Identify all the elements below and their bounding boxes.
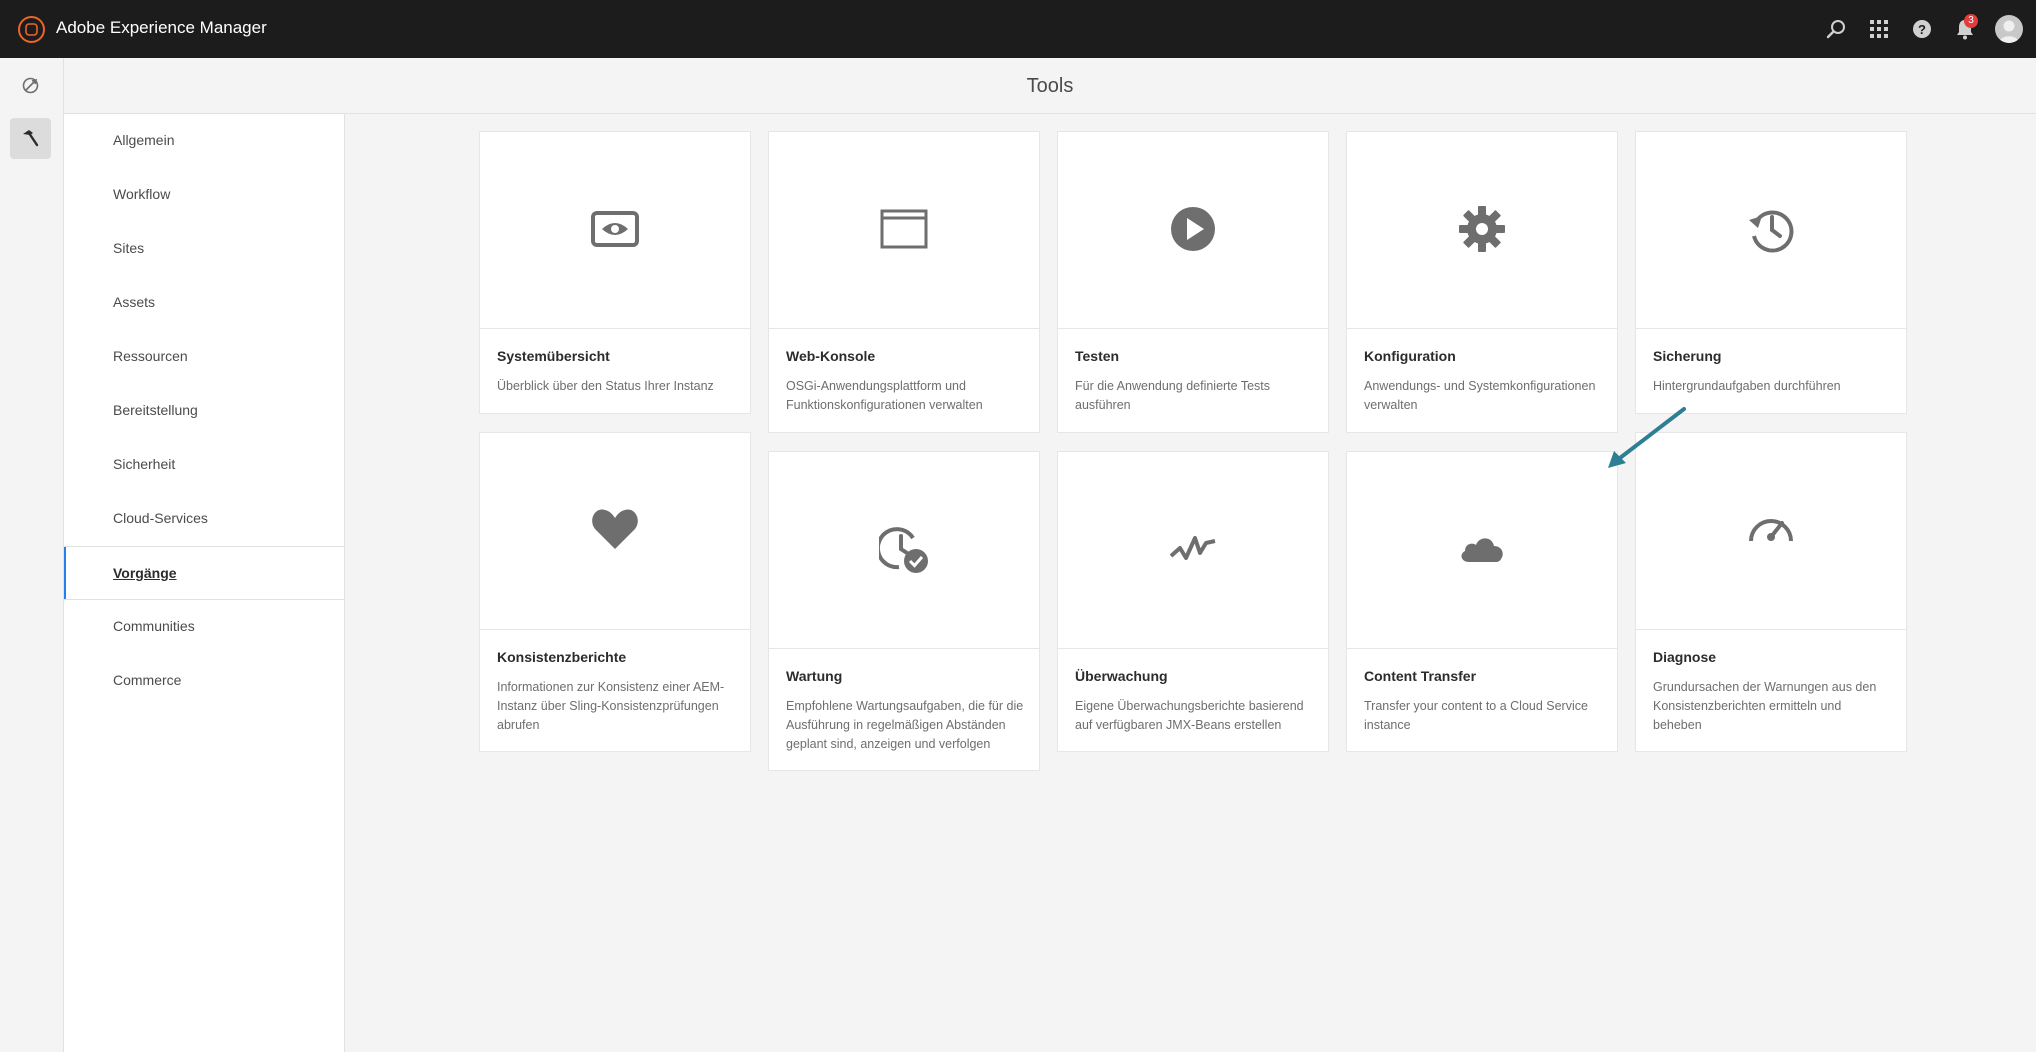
sidebar-item-commerce[interactable]: Commerce — [64, 654, 345, 708]
play-circle-icon — [1171, 207, 1215, 251]
search-icon[interactable] — [1824, 17, 1848, 41]
navigation-icon[interactable] — [10, 65, 51, 106]
tools-sidebar: Allgemein Workflow Sites Assets Ressourc… — [64, 114, 345, 1052]
card-title: Überwachung — [1075, 668, 1168, 684]
card-konfiguration[interactable]: Konfiguration Anwendungs- und Systemkonf… — [1346, 131, 1618, 433]
apps-grid-icon[interactable] — [1867, 17, 1891, 41]
sidebar-item-vorgaenge[interactable]: Vorgänge — [64, 546, 345, 600]
sidebar-item-workflow[interactable]: Workflow — [64, 168, 345, 222]
sidebar-item-ressourcen[interactable]: Ressourcen — [64, 330, 345, 384]
card-thumbnail — [769, 452, 1039, 649]
card-description: Überblick über den Status Ihrer Instanz — [497, 379, 714, 393]
card-title: Systemübersicht — [497, 348, 610, 364]
left-rail — [0, 58, 64, 1052]
card-description: Grundursachen der Warnungen aus den Kons… — [1653, 680, 1877, 732]
card-title: Diagnose — [1653, 649, 1717, 665]
sidebar-item-assets[interactable]: Assets — [64, 276, 345, 330]
card-title: Web-Konsole — [786, 348, 876, 364]
title-bar: Tools — [64, 58, 2036, 114]
heart-icon — [592, 509, 638, 549]
top-bar: Adobe Experience Manager ? 3 — [0, 0, 2036, 58]
clock-check-icon — [879, 527, 928, 573]
hammer-icon[interactable] — [10, 118, 51, 159]
card-description: Empfohlene Wartungsaufgaben, die für die… — [786, 699, 1024, 751]
avatar[interactable] — [1995, 15, 2023, 43]
sidebar-item-allgemein[interactable]: Allgemein — [64, 114, 345, 168]
card-description: OSGi-Anwendungsplattform und Funktionsko… — [786, 379, 983, 412]
card-testen[interactable]: Testen Für die Anwendung definierte Test… — [1057, 131, 1329, 433]
speedometer-icon — [1749, 519, 1793, 542]
card-description: Für die Anwendung definierte Tests ausfü… — [1075, 379, 1271, 412]
sidebar-item-communities[interactable]: Communities — [64, 600, 345, 654]
sidebar-item-bereitstellung[interactable]: Bereitstellung — [64, 384, 345, 438]
card-title: Content Transfer — [1364, 668, 1477, 684]
card-content-transfer[interactable]: Content Transfer Transfer your content t… — [1346, 451, 1618, 752]
sidebar-item-cloud-services[interactable]: Cloud-Services — [64, 492, 345, 546]
card-thumbnail — [480, 433, 750, 630]
app-title[interactable]: Adobe Experience Manager — [56, 18, 267, 38]
card-title: Wartung — [786, 668, 843, 684]
card-wartung[interactable]: Wartung Empfohlene Wartungsaufgaben, die… — [768, 451, 1040, 771]
card-thumbnail — [1058, 132, 1328, 329]
card-description: Eigene Überwachungsberichte basierend au… — [1075, 699, 1304, 732]
card-thumbnail — [1058, 452, 1328, 649]
annotation-arrow — [1608, 407, 1686, 468]
card-description: Hintergrundaufgaben durchführen — [1653, 379, 1841, 393]
card-konsistenzberichte[interactable]: Konsistenzberichte Informationen zur Kon… — [479, 432, 751, 752]
card-ueberwachung[interactable]: Überwachung Eigene Überwachungsberichte … — [1057, 451, 1329, 752]
card-systemuebersicht[interactable]: Systemübersicht Überblick über den Statu… — [479, 131, 751, 414]
card-title: Testen — [1075, 348, 1120, 364]
sidebar-item-sicherheit[interactable]: Sicherheit — [64, 438, 345, 492]
card-web-konsole[interactable]: Web-Konsole OSGi-Anwendungsplattform und… — [768, 131, 1040, 433]
sidebar-item-sites[interactable]: Sites — [64, 222, 345, 276]
card-description: Anwendungs- und Systemkonfigurationen ve… — [1364, 379, 1596, 412]
history-clock-icon — [1749, 210, 1794, 253]
card-description: Informationen zur Konsistenz einer AEM-I… — [497, 680, 725, 732]
card-thumbnail — [1347, 452, 1617, 649]
eye-monitor-icon — [591, 211, 639, 247]
notification-count-badge: 3 — [1964, 14, 1978, 28]
card-thumbnail — [1636, 132, 1906, 329]
gear-icon — [1459, 206, 1505, 252]
card-title: Konfiguration — [1364, 348, 1456, 364]
svg-text:?: ? — [1918, 22, 1926, 37]
card-title: Konsistenzberichte — [497, 649, 627, 665]
card-thumbnail — [769, 132, 1039, 329]
card-thumbnail — [1347, 132, 1617, 329]
help-icon[interactable]: ? — [1910, 17, 1934, 41]
aem-logo-icon[interactable] — [18, 16, 45, 43]
card-diagnose[interactable]: Diagnose Grundursachen der Warnungen aus… — [1635, 432, 1907, 752]
card-title: Sicherung — [1653, 348, 1722, 364]
pulse-icon — [1169, 536, 1216, 560]
browser-window-icon — [880, 209, 928, 249]
card-thumbnail — [480, 132, 750, 329]
card-sicherung[interactable]: Sicherung Hintergrundaufgaben durchführe… — [1635, 131, 1907, 414]
page-title: Tools — [1026, 75, 1074, 97]
cloud-icon — [1461, 538, 1503, 562]
card-description: Transfer your content to a Cloud Service… — [1364, 699, 1588, 732]
